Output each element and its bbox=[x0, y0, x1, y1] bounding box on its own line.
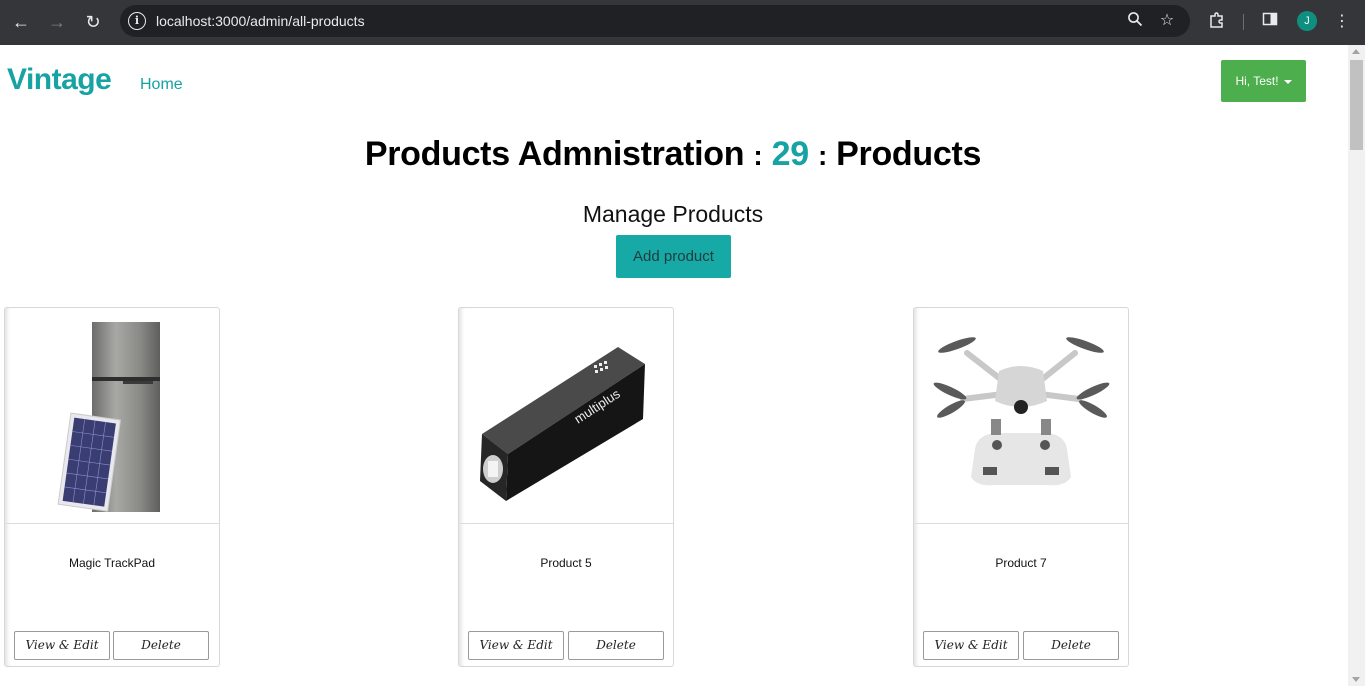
page-content: Vintage Home Hi, Test! Products Admnistr… bbox=[0, 45, 1348, 686]
view-edit-button[interactable]: View & Edit bbox=[14, 631, 110, 660]
page-scrollbar[interactable] bbox=[1348, 45, 1365, 686]
nav-home-link[interactable]: Home bbox=[140, 76, 183, 94]
section-subtitle: Manage Products bbox=[582, 201, 764, 227]
delete-button[interactable]: Delete bbox=[568, 631, 664, 660]
scroll-up-arrow-icon[interactable] bbox=[1352, 49, 1360, 54]
delete-button[interactable]: Delete bbox=[113, 631, 209, 660]
site-info-icon[interactable]: i bbox=[128, 12, 146, 30]
delete-button[interactable]: Delete bbox=[1023, 631, 1119, 660]
zoom-icon[interactable] bbox=[1125, 11, 1145, 31]
product-card: multiplus Product 5 View & Edit Delete bbox=[458, 307, 674, 667]
product-count: 29 bbox=[771, 135, 810, 173]
add-product-button[interactable]: Add product bbox=[616, 235, 731, 278]
scroll-thumb[interactable] bbox=[1350, 60, 1363, 150]
product-image[interactable] bbox=[915, 309, 1128, 524]
extensions-icon[interactable] bbox=[1206, 11, 1228, 33]
brand-logo[interactable]: Vintage bbox=[7, 63, 112, 97]
address-bar[interactable]: i localhost:3000/admin/all-products ☆ bbox=[120, 5, 1190, 37]
profile-avatar[interactable]: J bbox=[1297, 11, 1317, 31]
title-separator: : bbox=[753, 140, 763, 171]
bookmark-star-icon[interactable]: ☆ bbox=[1157, 11, 1177, 31]
view-edit-button[interactable]: View & Edit bbox=[923, 631, 1019, 660]
product-name: Magic TrackPad bbox=[68, 556, 156, 570]
product-image[interactable]: multiplus bbox=[460, 309, 673, 524]
side-panel-icon[interactable] bbox=[1259, 11, 1281, 33]
browser-menu-icon[interactable]: ⋮ bbox=[1331, 11, 1353, 33]
toolbar-divider bbox=[1243, 14, 1244, 30]
scroll-down-arrow-icon[interactable] bbox=[1352, 677, 1360, 682]
title-separator: : bbox=[817, 140, 827, 171]
reload-icon[interactable]: ↻ bbox=[81, 10, 105, 34]
product-name: Product 5 bbox=[540, 556, 592, 570]
product-card: Product 7 View & Edit Delete bbox=[913, 307, 1129, 667]
user-menu-button[interactable]: Hi, Test! bbox=[1221, 60, 1306, 102]
browser-toolbar: ← → ↻ i localhost:3000/admin/all-product… bbox=[0, 0, 1365, 45]
product-name: Product 7 bbox=[995, 556, 1047, 570]
address-url[interactable]: localhost:3000/admin/all-products bbox=[156, 13, 365, 29]
back-icon[interactable]: ← bbox=[9, 10, 33, 34]
product-image[interactable] bbox=[6, 309, 219, 524]
title-suffix: Products bbox=[836, 135, 982, 173]
caret-down-icon bbox=[1283, 79, 1292, 84]
view-edit-button[interactable]: View & Edit bbox=[468, 631, 564, 660]
user-menu-label: Hi, Test! bbox=[1235, 74, 1279, 88]
title-prefix: Products Admnistration bbox=[364, 135, 745, 173]
forward-icon[interactable]: → bbox=[45, 10, 69, 34]
product-card: Magic TrackPad View & Edit Delete bbox=[4, 307, 220, 667]
page-title: Products Admnistration : 29 : Products bbox=[0, 135, 1346, 174]
